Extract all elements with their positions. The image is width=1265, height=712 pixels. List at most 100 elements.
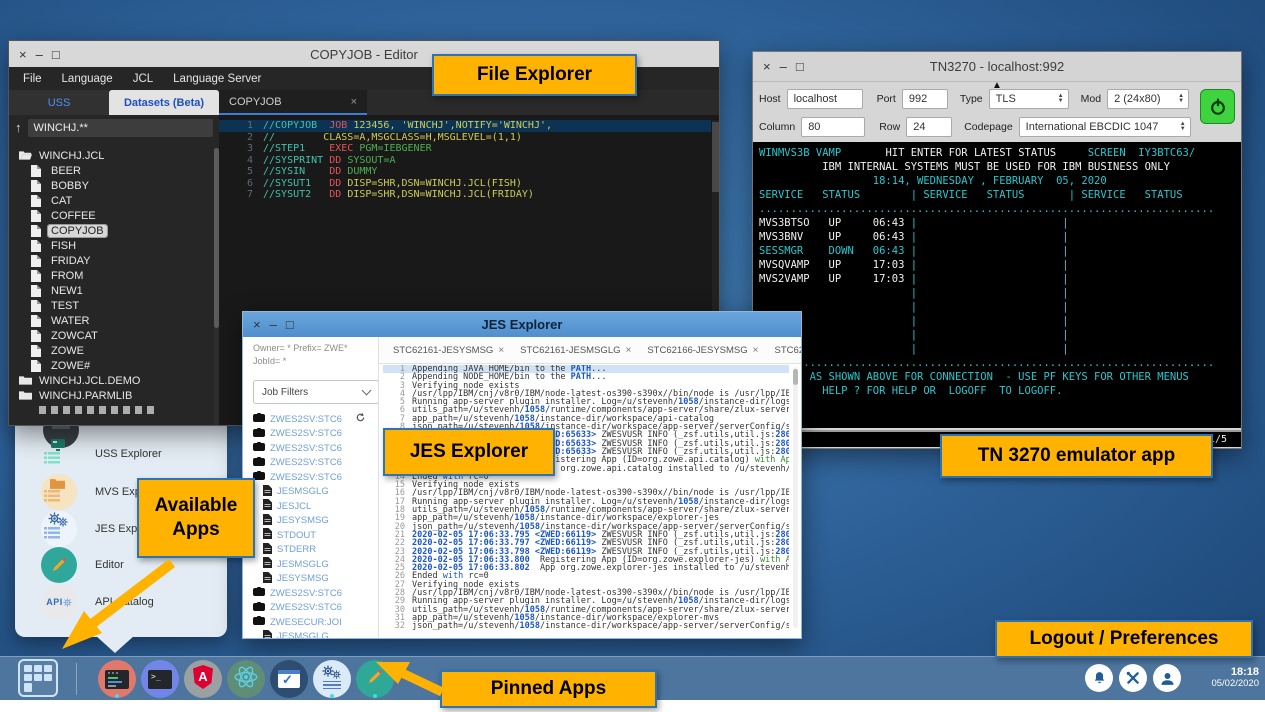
row-input[interactable]: 24 [906,117,952,137]
spool-file-stderr[interactable]: STDERR [253,543,378,558]
running-indicator [115,694,119,698]
doc-tab-copyjob[interactable]: COPYJOB × [219,90,367,115]
code-token: //SYSPRINT [263,155,323,167]
tab-close-icon[interactable]: × [753,345,759,356]
tn3270-app[interactable] [98,660,136,698]
tree-item-fish[interactable]: FISH [9,238,213,253]
clock-date: 05/02/2020 [1187,678,1259,690]
job-label: ZWES2SV:STC6 [270,428,342,439]
tree-item-cat[interactable]: CAT [9,193,213,208]
tree-item-friday[interactable]: FRIDAY [9,253,213,268]
preferences-button[interactable] [1119,664,1147,692]
tree-item-beer[interactable]: BEER [9,163,213,178]
jes-tab-stc62166-jesysmsg[interactable]: STC62166-JESYSMSG× [641,345,764,356]
code-token: 123456, 'WINCHJ',NOTIFY='WINCHJ', [353,120,552,132]
jes-explorer-app[interactable] [313,660,351,698]
tree-item-coffee[interactable]: COFFEE [9,208,213,223]
job-item-zwesecur:joi[interactable]: ZWESECUR:JOI [253,615,378,630]
line-number: 7 [219,189,263,201]
jobid-text: JobId= * [253,355,378,368]
terminal-screen[interactable]: WINMVS3B VAMP HIT ENTER FOR LATEST STATU… [753,142,1241,428]
tree-item-from[interactable]: FROM [9,268,213,283]
tree-item-zowe#[interactable]: ZOWE# [9,358,213,373]
file-explorer-panel: USS Datasets (Beta) ↑ WINCHJ.** WINCHJ.J… [9,90,219,425]
sample-check-app[interactable]: ✓ [270,660,308,698]
tab-close-icon[interactable]: × [351,96,357,108]
menu-language-server[interactable]: Language Server [173,73,261,85]
jes-tab-stc62161-jesysmsg[interactable]: STC62161-JESYSMSG× [387,345,510,356]
menu-language[interactable]: Language [62,73,113,85]
jes-sidebar: Owner= * Prefix= ZWE* JobId= * Job Filte… [243,337,379,638]
react-app[interactable] [227,660,265,698]
vt-terminal-app[interactable]: >_ [141,660,179,698]
jes-tab-stc62166-jesm[interactable]: STC62166-JESM× [769,345,801,356]
menu-jcl[interactable]: JCL [133,73,153,85]
tree-item-test[interactable]: TEST [9,298,213,313]
person-icon [1159,670,1176,687]
start-button[interactable] [18,659,58,697]
terminal-prompt-icon: >_ [148,670,172,689]
notifications-button[interactable] [1085,664,1113,692]
log-line-number: 32 [383,622,412,630]
job-item-zwes2sv:stc6[interactable]: ZWES2SV:STC6 [253,412,378,427]
log-scrollbar[interactable] [793,367,798,628]
collapse-panel-icon[interactable]: ▲ [992,80,1002,91]
job-item-zwes2sv:stc6[interactable]: ZWES2SV:STC6 [253,470,378,485]
tree-item-copyjob[interactable]: COPYJOB [9,223,213,238]
tab-close-icon[interactable]: × [498,345,504,356]
spool-file-icon [263,557,272,571]
job-item-zwes2sv:stc6[interactable]: ZWES2SV:STC6 [253,586,378,601]
jes-tab-stc62161-jesmsglg[interactable]: STC62161-JESMSGLG× [514,345,637,356]
codepage-select[interactable]: International EBCDIC 1047 ▲▼ [1019,117,1191,137]
port-input[interactable]: 992 [902,89,948,109]
tree-item-winchj.parmlib[interactable]: WINCHJ.PARMLIB [9,388,213,403]
jes-tab-bar: STC62161-JESYSMSG× STC62161-JESMSGLG× STC6… [379,337,801,364]
dataset-filter-input[interactable]: WINCHJ.** [28,119,214,137]
spool-file-jesmsglg[interactable]: JESMSGLG [253,630,378,639]
tree-item-zowe[interactable]: ZOWE [9,343,213,358]
connect-power-button[interactable] [1200,89,1235,124]
tab-datasets[interactable]: Datasets (Beta) [109,90,219,115]
refresh-icon[interactable] [355,412,366,426]
spool-file-jesysmsg[interactable]: JESYSMSG [253,572,378,587]
job-list: ZWES2SV:STC6ZWES2SV:STC6ZWES2SV:STC6ZWES… [253,412,378,638]
up-level-icon[interactable]: ↑ [15,120,22,135]
user-logout-button[interactable] [1153,664,1181,692]
tree-item-winchj.jcl.demo[interactable]: WINCHJ.JCL.DEMO [9,373,213,388]
terminal-text: 18:14, WEDNESDAY , FEBRUARY 05, 2020 [759,175,1107,187]
tree-item-bobby[interactable]: BOBBY [9,178,213,193]
tab-close-icon[interactable]: × [626,345,632,356]
app-menu-item-uss-explorer[interactable]: USS Explorer [15,435,227,473]
jes-titlebar[interactable]: × – □ JES Explorer [243,312,801,337]
code-token: // [263,132,275,144]
spool-file-jesysmsg[interactable]: JESYSMSG [253,514,378,529]
tree-item-winchj.jcl[interactable]: WINCHJ.JCL [9,148,213,163]
job-output-log[interactable]: 1Appending JAVA_HOME/bin to the PATH...2… [383,365,789,630]
code-token: DISP=SHR,DSN=WINCHJ.JCL(FRIDAY) [347,189,534,201]
spool-file-jesjcl[interactable]: JESJCL [253,499,378,514]
type-select[interactable]: TLS ▲▼ [989,89,1069,109]
job-item-zwes2sv:stc6[interactable]: ZWES2SV:STC6 [253,456,378,471]
tree-item-zowcat[interactable]: ZOWCAT [9,328,213,343]
menu-file[interactable]: File [23,73,42,85]
job-item-zwes2sv:stc6[interactable]: ZWES2SV:STC6 [253,601,378,616]
angular-app[interactable]: A [184,660,222,698]
spool-file-jesmsglg[interactable]: JESMSGLG [253,557,378,572]
mod-select[interactable]: 2 (24x80) ▲▼ [1107,89,1189,109]
job-item-zwes2sv:stc6[interactable]: ZWES2SV:STC6 [253,427,378,442]
bell-icon [1091,670,1108,687]
host-input[interactable]: localhost [787,89,863,109]
jes-tab-label: STC62166-JESM [775,345,801,356]
job-item-zwes2sv:stc6[interactable]: ZWES2SV:STC6 [253,441,378,456]
spool-file-jesmsglg[interactable]: JESMSGLG [253,485,378,500]
tree-item-new1[interactable]: NEW1 [9,283,213,298]
tree-item-water[interactable]: WATER [9,313,213,328]
tn3270-titlebar[interactable]: × – □ TN3270 - localhost:992 [753,52,1241,82]
terminal-text: | | [759,315,1069,327]
clock: 18:18 05/02/2020 [1187,666,1259,690]
tab-uss[interactable]: USS [9,90,109,115]
job-filters-dropdown[interactable]: Job Filters [253,380,379,404]
job-label: STDOUT [277,530,316,541]
spool-file-stdout[interactable]: STDOUT [253,528,378,543]
column-input[interactable]: 80 [801,117,865,137]
